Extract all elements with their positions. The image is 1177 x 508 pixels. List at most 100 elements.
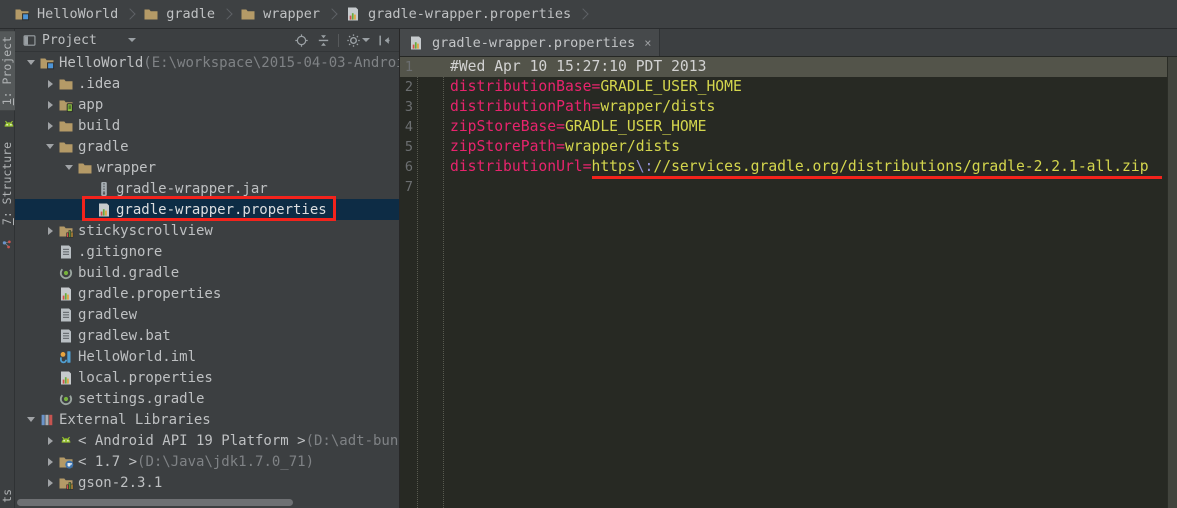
code-line-3[interactable]: 3 distributionPath=wrapper/dists <box>400 97 1177 117</box>
tree-item-gradle-wrapper-jar[interactable]: gradle-wrapper.jar <box>15 178 399 199</box>
line-number: 7 <box>400 177 413 197</box>
tree-item-android-api-19-platform[interactable]: < Android API 19 Platform > (D:\adt-bund… <box>15 430 399 451</box>
chevron-expanded-icon[interactable] <box>42 139 58 155</box>
text-file-icon <box>58 244 76 260</box>
vertical-scrollbar[interactable] <box>1167 57 1177 508</box>
properties-file-icon <box>58 370 76 386</box>
tree-item-settings-gradle[interactable]: settings.gradle <box>15 388 399 409</box>
properties-file-icon <box>96 202 114 218</box>
tree-item-build[interactable]: build <box>15 115 399 136</box>
code-text: zipStoreBase=GRADLE_USER_HOME <box>450 117 706 137</box>
breadcrumb-item-helloworld[interactable]: HelloWorld <box>12 6 120 22</box>
tree-item-label: < 1.7 > <box>76 454 137 470</box>
breadcrumb-label: HelloWorld <box>37 6 118 22</box>
project-folder-icon <box>39 55 57 71</box>
code-line-7[interactable]: 7 <box>400 177 1177 197</box>
chevron-expanded-icon[interactable] <box>23 55 39 71</box>
tree-item-build-gradle[interactable]: build.gradle <box>15 262 399 283</box>
project-tool-icon <box>22 33 37 48</box>
settings-icon[interactable] <box>346 33 370 48</box>
tree-item-local-properties[interactable]: local.properties <box>15 367 399 388</box>
editor-tab-bar: gradle-wrapper.properties × <box>400 29 1177 57</box>
breadcrumb-item-gradle-wrapper-properties[interactable]: gradle-wrapper.properties <box>343 6 573 22</box>
tree-item-gson-2-3-1[interactable]: gson-2.3.1 <box>15 472 399 493</box>
libraries-icon <box>39 412 57 428</box>
arrow-spacer <box>80 202 96 218</box>
tree-item-label: gradlew.bat <box>76 328 171 344</box>
tree-item-label: gradle-wrapper.properties <box>114 202 327 218</box>
tree-item-gradlew-bat[interactable]: gradlew.bat <box>15 325 399 346</box>
token-key: distributionUrl= <box>450 158 591 175</box>
chevron-collapsed-icon[interactable] <box>42 223 58 239</box>
tab-gradle-wrapper-properties[interactable]: gradle-wrapper.properties × <box>400 29 660 56</box>
tree-item-gitignore[interactable]: .gitignore <box>15 241 399 262</box>
tree-item-gradle[interactable]: gradle <box>15 136 399 157</box>
chevron-collapsed-icon[interactable] <box>42 97 58 113</box>
breadcrumb-separator-icon <box>125 8 136 19</box>
tool-window-bar: 1: Project 7: Structure ts <box>0 29 15 508</box>
view-dropdown-caret-icon[interactable] <box>128 38 136 42</box>
gradle-file-icon <box>58 265 76 281</box>
chevron-expanded-icon[interactable] <box>23 412 39 428</box>
tool-button-1-project[interactable]: 1: Project <box>0 31 15 110</box>
tree-item-label: < Android API 19 Platform > <box>76 433 306 449</box>
tree-item-stickyscrollview[interactable]: stickyscrollview <box>15 220 399 241</box>
chevron-expanded-icon[interactable] <box>61 160 77 176</box>
code-line-5[interactable]: 5zipStorePath=wrapper/dists <box>400 137 1177 157</box>
tree-item-helloworld[interactable]: HelloWorld (E:\workspace\2015-04-03-Andr… <box>15 52 399 73</box>
line-number: 3 <box>400 97 413 117</box>
tree-item-label: External Libraries <box>57 412 211 428</box>
tree-item-gradle-properties[interactable]: gradle.properties <box>15 283 399 304</box>
tree-item-label: .gitignore <box>76 244 162 260</box>
collapse-all-icon[interactable] <box>316 33 331 48</box>
breadcrumb-separator-icon <box>326 8 337 19</box>
token-key: distributionBase= <box>450 78 600 95</box>
tree-item-label: settings.gradle <box>76 391 204 407</box>
line-number: 6 <box>400 157 413 177</box>
tree-item-gradlew[interactable]: gradlew <box>15 304 399 325</box>
locate-icon[interactable] <box>294 33 309 48</box>
arrow-spacer <box>42 307 58 323</box>
breadcrumb-label: gradle-wrapper.properties <box>368 6 571 22</box>
editor-area: gradle-wrapper.properties × 1 #Wed Apr 10… <box>400 29 1177 508</box>
editor-body[interactable]: 1 #Wed Apr 10 15:27:10 PDT 20132distribut… <box>400 57 1177 508</box>
hide-panel-icon[interactable] <box>377 33 392 48</box>
code-line-6[interactable]: 6distributionUrl=https\://services.gradl… <box>400 157 1177 177</box>
tree-item-wrapper[interactable]: wrapper <box>15 157 399 178</box>
horizontal-scrollbar[interactable] <box>17 499 293 506</box>
chevron-collapsed-icon[interactable] <box>42 76 58 92</box>
code-line-1[interactable]: 1 #Wed Apr 10 15:27:10 PDT 2013 <box>400 57 1177 77</box>
tool-button-ts[interactable]: ts <box>0 484 15 508</box>
token-escape: \: <box>636 158 654 175</box>
code-text: distributionPath=wrapper/dists <box>450 97 715 117</box>
properties-file-icon <box>58 286 76 302</box>
tree-item-idea[interactable]: .idea <box>15 73 399 94</box>
code-line-4[interactable]: 4zipStoreBase=GRADLE_USER_HOME <box>400 117 1177 137</box>
tree-item-external-libraries[interactable]: External Libraries <box>15 409 399 430</box>
line-number: 1 <box>400 57 413 77</box>
code-line-2[interactable]: 2distributionBase=GRADLE_USER_HOME <box>400 77 1177 97</box>
project-panel: Project HelloWorld (E:\workspace\2015-04… <box>15 29 400 508</box>
structure-icon[interactable] <box>1 237 14 250</box>
folder-chart-icon <box>58 223 76 239</box>
chevron-collapsed-icon[interactable] <box>42 433 58 449</box>
tree-item-label: gson-2.3.1 <box>76 475 162 491</box>
close-icon[interactable]: × <box>644 36 651 50</box>
android-icon[interactable] <box>1 117 14 130</box>
tree-item-app[interactable]: app <box>15 94 399 115</box>
code-text: #Wed Apr 10 15:27:10 PDT 2013 <box>450 57 706 77</box>
breadcrumb-label: gradle <box>166 6 215 22</box>
tree-item-label: app <box>76 97 103 113</box>
breadcrumb-item-gradle[interactable]: gradle <box>141 6 217 22</box>
breadcrumb-item-wrapper[interactable]: wrapper <box>238 6 322 22</box>
chevron-collapsed-icon[interactable] <box>42 118 58 134</box>
tree-item-1-7[interactable]: < 1.7 > (D:\Java\jdk1.7.0_71) <box>15 451 399 472</box>
tool-button-7-structure[interactable]: 7: Structure <box>0 137 15 230</box>
token-key: distributionPath= <box>450 98 600 115</box>
tree-item-gradle-wrapper-properties[interactable]: gradle-wrapper.properties <box>15 199 399 220</box>
chevron-collapsed-icon[interactable] <box>42 475 58 491</box>
folder-icon <box>58 139 76 155</box>
tree-item-helloworld-iml[interactable]: HelloWorld.iml <box>15 346 399 367</box>
tree-item-label: gradle <box>76 139 129 155</box>
chevron-collapsed-icon[interactable] <box>42 454 58 470</box>
